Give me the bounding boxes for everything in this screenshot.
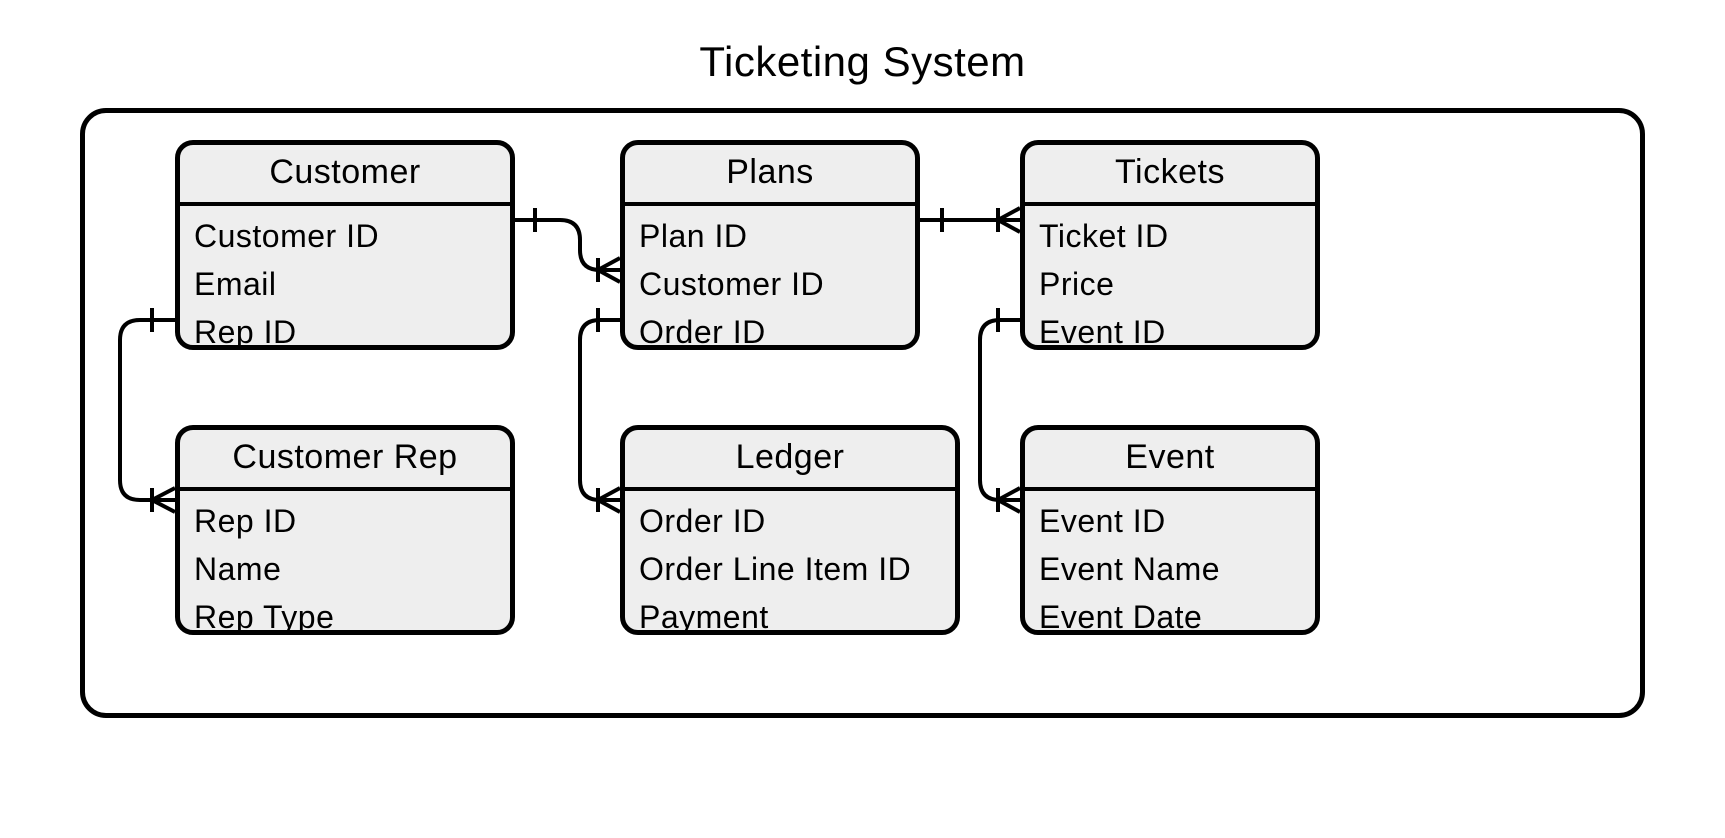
diagram-title: Ticketing System (0, 38, 1725, 86)
attr: Rep ID (194, 308, 510, 350)
entity-attrs: Plan ID Customer ID Order ID (625, 206, 915, 350)
attr: Ticket ID (1039, 212, 1315, 260)
entity-customer-rep: Customer Rep Rep ID Name Rep Type (175, 425, 515, 635)
attr: Rep ID (194, 497, 510, 545)
attr: Event Name (1039, 545, 1315, 593)
entity-header: Customer Rep (180, 430, 510, 491)
attr: Order ID (639, 308, 915, 350)
attr: Payment (639, 593, 955, 635)
attr: Customer ID (194, 212, 510, 260)
entity-customer: Customer Customer ID Email Rep ID (175, 140, 515, 350)
diagram-canvas: Ticketing System Customer Customer ID Em… (0, 0, 1725, 838)
entity-ledger: Ledger Order ID Order Line Item ID Payme… (620, 425, 960, 635)
attr: Email (194, 260, 510, 308)
entity-plans: Plans Plan ID Customer ID Order ID (620, 140, 920, 350)
attr: Event Date (1039, 593, 1315, 635)
entity-attrs: Event ID Event Name Event Date (1025, 491, 1315, 635)
entity-header: Customer (180, 145, 510, 206)
entity-header: Event (1025, 430, 1315, 491)
attr: Event ID (1039, 497, 1315, 545)
entity-header: Plans (625, 145, 915, 206)
entity-attrs: Rep ID Name Rep Type (180, 491, 510, 635)
attr: Order ID (639, 497, 955, 545)
entity-tickets: Tickets Ticket ID Price Event ID (1020, 140, 1320, 350)
attr: Price (1039, 260, 1315, 308)
attr: Customer ID (639, 260, 915, 308)
attr: Order Line Item ID (639, 545, 955, 593)
entity-attrs: Customer ID Email Rep ID (180, 206, 510, 350)
entity-event: Event Event ID Event Name Event Date (1020, 425, 1320, 635)
entity-attrs: Ticket ID Price Event ID (1025, 206, 1315, 350)
attr: Name (194, 545, 510, 593)
attr: Plan ID (639, 212, 915, 260)
entity-header: Tickets (1025, 145, 1315, 206)
attr: Event ID (1039, 308, 1315, 350)
entity-header: Ledger (625, 430, 955, 491)
attr: Rep Type (194, 593, 510, 635)
entity-attrs: Order ID Order Line Item ID Payment (625, 491, 955, 635)
